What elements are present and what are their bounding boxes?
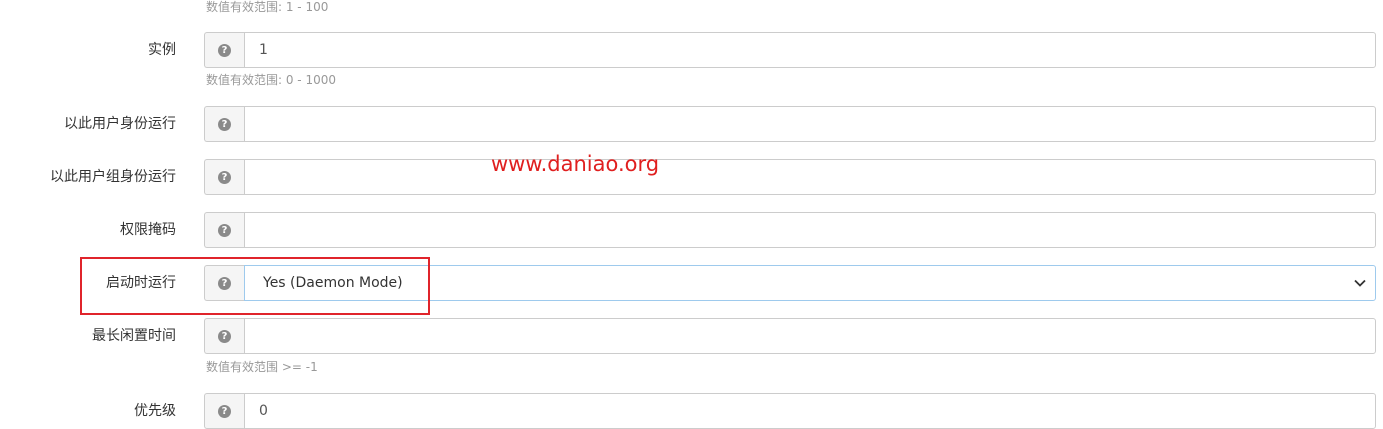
question-circle-icon: ? <box>218 43 231 57</box>
question-circle-icon: ? <box>218 223 231 237</box>
range-help-top: 数值有效范围: 1 - 100 <box>206 0 329 14</box>
help-button[interactable]: ? <box>204 393 244 429</box>
chevron-down-icon <box>1354 279 1366 287</box>
field-label: 最长闲置时间 <box>92 328 176 344</box>
priority-input[interactable]: 0 <box>244 393 1376 429</box>
autostart-select[interactable]: Yes (Daemon Mode) <box>244 265 1376 301</box>
field-label: 权限掩码 <box>120 222 176 238</box>
run-as-group-input[interactable] <box>244 159 1376 195</box>
field-umask: 权限掩码 ? <box>0 212 1383 248</box>
field-autostart: 启动时运行 ? Yes (Daemon Mode) <box>0 265 1383 301</box>
field-label: 优先级 <box>134 403 176 419</box>
umask-input[interactable] <box>244 212 1376 248</box>
watermark-text: www.daniao.org <box>491 152 660 176</box>
field-max-idle: 最长闲置时间 ? <box>0 318 1383 354</box>
question-circle-icon: ? <box>218 170 231 184</box>
field-run-as-user: 以此用户身份运行 ? <box>0 106 1383 142</box>
question-circle-icon: ? <box>218 117 231 131</box>
max-idle-input[interactable] <box>244 318 1376 354</box>
field-label: 以此用户身份运行 <box>64 116 176 132</box>
help-button[interactable]: ? <box>204 318 244 354</box>
field-run-as-group: 以此用户组身份运行 ? <box>0 159 1383 195</box>
field-instances: 实例 ? 1 <box>0 32 1383 68</box>
field-label: 以此用户组身份运行 <box>50 169 176 185</box>
question-circle-icon: ? <box>218 329 231 343</box>
range-help-instances: 数值有效范围: 0 - 1000 <box>206 73 336 87</box>
instances-input[interactable]: 1 <box>244 32 1376 68</box>
run-as-user-input[interactable] <box>244 106 1376 142</box>
question-circle-icon: ? <box>218 276 231 290</box>
field-label: 启动时运行 <box>106 275 176 291</box>
help-button[interactable]: ? <box>204 32 244 68</box>
question-circle-icon: ? <box>218 404 231 418</box>
field-priority: 优先级 ? 0 <box>0 393 1383 429</box>
range-help-max-idle: 数值有效范围 >= -1 <box>206 360 318 374</box>
help-button[interactable]: ? <box>204 265 244 301</box>
help-button[interactable]: ? <box>204 212 244 248</box>
field-label: 实例 <box>148 42 176 58</box>
help-button[interactable]: ? <box>204 106 244 142</box>
help-button[interactable]: ? <box>204 159 244 195</box>
